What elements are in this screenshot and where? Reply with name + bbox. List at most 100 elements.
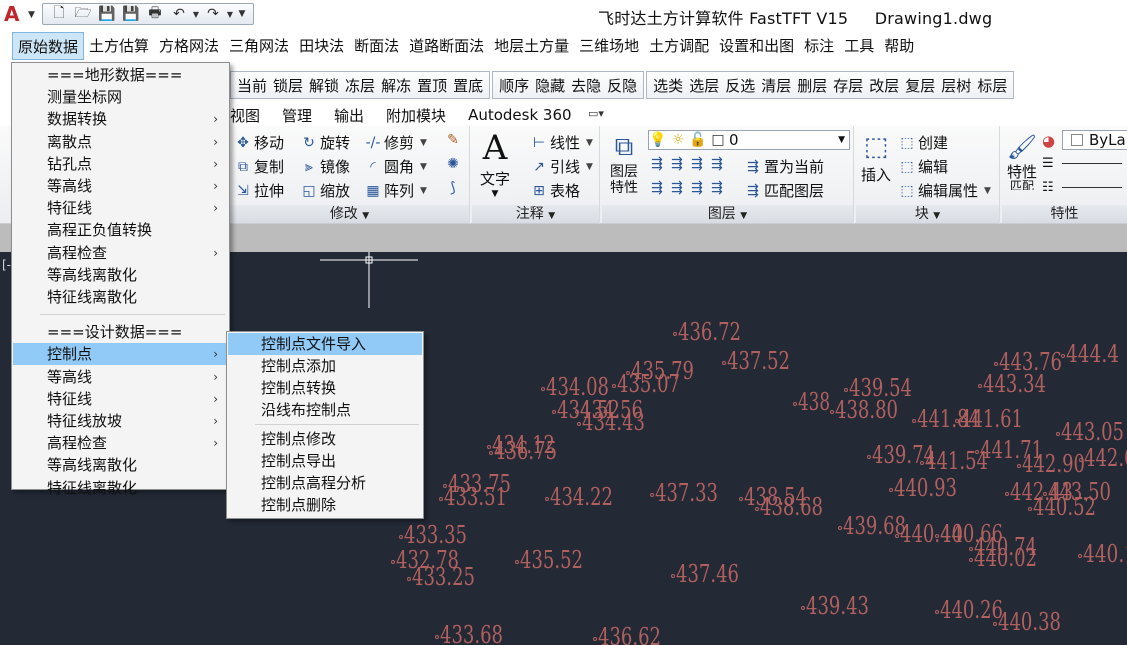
dropdown-item-terrain-3[interactable]: 钻孔点 ›: [13, 153, 228, 175]
submenu-item-5[interactable]: 控制点导出: [228, 450, 422, 472]
layer-tool-button[interactable]: 存层: [830, 75, 866, 96]
layer-tool-button[interactable]: 层树: [938, 75, 974, 96]
elevation-point-marker[interactable]: [1028, 507, 1032, 511]
ribbon-tab-2[interactable]: 输出: [334, 105, 364, 126]
dropdown-item-terrain-2[interactable]: 离散点 ›: [13, 131, 228, 153]
layer-tool-button[interactable]: 选层: [686, 75, 722, 96]
elevation-point-marker[interactable]: [739, 497, 743, 501]
save-as-icon[interactable]: 💾: [119, 5, 143, 23]
dropdown-item-design-1[interactable]: 等高线 ›: [13, 366, 228, 388]
leader-button[interactable]: ↗ 引线 ▼: [530, 156, 593, 177]
menu-item-0[interactable]: 原始数据: [12, 32, 85, 60]
ribbon-tab-4[interactable]: Autodesk 360: [468, 106, 571, 124]
elevation-label[interactable]: 433.68: [440, 621, 503, 645]
menu-item-10[interactable]: 设置和出图: [714, 32, 799, 60]
rotate-button[interactable]: ↻ 旋转: [300, 132, 350, 153]
menu-item-4[interactable]: 田块法: [294, 32, 349, 60]
elevation-point-marker[interactable]: [407, 577, 411, 581]
elevation-label[interactable]: 438.68: [760, 493, 823, 521]
elevation-label[interactable]: 441.61: [960, 405, 1023, 433]
submenu-item-1[interactable]: 控制点添加: [228, 355, 422, 377]
elevation-point-marker[interactable]: [545, 497, 549, 501]
elevation-point-marker[interactable]: [793, 402, 797, 406]
offset-button[interactable]: ⟆: [444, 180, 464, 196]
redo-icon[interactable]: ↷: [201, 5, 225, 23]
layer-tool-button[interactable]: 解冻: [378, 75, 414, 96]
layers-panel-title[interactable]: 图层 ▼: [602, 205, 853, 223]
elevation-label[interactable]: 438.80: [835, 396, 898, 424]
layer-properties-button[interactable]: ⧉ 图层 特性: [606, 130, 642, 196]
elevation-point-marker[interactable]: [671, 574, 675, 578]
layer-tool-button[interactable]: 选类: [650, 75, 686, 96]
layer-tool-button[interactable]: 去隐: [568, 75, 604, 96]
edit-block-button[interactable]: ⬚ 编辑: [898, 156, 948, 177]
menu-item-9[interactable]: 土方调配: [644, 32, 714, 60]
elevation-point-marker[interactable]: [612, 384, 616, 388]
layer-thaw-icon[interactable]: ⇶: [688, 180, 706, 196]
layer-unlock-icon[interactable]: ⇶: [708, 180, 726, 196]
layer-unisolate-icon[interactable]: ⇶: [668, 180, 686, 196]
elevation-point-marker[interactable]: [912, 419, 916, 423]
dropdown-item-design-5[interactable]: 等高线离散化: [13, 454, 228, 476]
elevation-point-marker[interactable]: [650, 493, 654, 497]
annotation-panel-title[interactable]: 注释 ▼: [472, 205, 599, 223]
elevation-label[interactable]: 435.07: [617, 370, 680, 398]
elevation-point-marker[interactable]: [1056, 432, 1060, 436]
customize-qat-icon[interactable]: ▼: [235, 5, 249, 23]
layer-tool-button[interactable]: 隐藏: [532, 75, 568, 96]
dropdown-item-design-4[interactable]: 高程检查 ›: [13, 432, 228, 454]
application-menu-button[interactable]: A ▼: [2, 2, 40, 26]
layer-tool-button[interactable]: 删层: [794, 75, 830, 96]
elevation-point-marker[interactable]: [969, 547, 973, 551]
elevation-point-marker[interactable]: [1005, 492, 1009, 496]
stretch-button[interactable]: ⇲ 拉伸: [234, 180, 284, 201]
dropdown-item-terrain-8[interactable]: 等高线离散化: [13, 264, 228, 286]
elevation-point-marker[interactable]: [593, 637, 597, 641]
open-folder-icon[interactable]: 🗁: [71, 5, 95, 23]
layer-dropdown[interactable]: 💡 ☼ 🔓 □ 0 ▼: [648, 130, 850, 150]
submenu-item-6[interactable]: 控制点高程分析: [228, 472, 422, 494]
layer-tool-button[interactable]: 反选: [722, 75, 758, 96]
menu-item-7[interactable]: 地层土方量: [489, 32, 574, 60]
dropdown-item-terrain-9[interactable]: 特征线离散化: [13, 286, 228, 308]
block-panel-title[interactable]: 块 ▼: [856, 205, 999, 223]
elevation-label[interactable]: 437.46: [676, 560, 739, 588]
submenu-item-2[interactable]: 控制点转换: [228, 377, 422, 399]
layer-tool-button[interactable]: 锁层: [270, 75, 306, 96]
layer-tool-button[interactable]: 反隐: [604, 75, 640, 96]
elevation-label[interactable]: 435.52: [520, 546, 583, 574]
elevation-label[interactable]: 434.43: [582, 408, 645, 436]
elevation-point-marker[interactable]: [673, 332, 677, 336]
elevation-label[interactable]: 443.34: [983, 370, 1046, 398]
menu-item-3[interactable]: 三角网法: [224, 32, 294, 60]
layer-tool-button[interactable]: 顺序: [496, 75, 532, 96]
layer-tool-button[interactable]: 冻层: [342, 75, 378, 96]
elevation-point-marker[interactable]: [439, 497, 443, 501]
layer-tool-button[interactable]: 复层: [902, 75, 938, 96]
elevation-label[interactable]: 434.22: [550, 483, 613, 511]
elevation-label[interactable]: 440.26: [940, 596, 1003, 624]
elevation-point-marker[interactable]: [435, 635, 439, 639]
elevation-point-marker[interactable]: [867, 455, 871, 459]
menu-item-8[interactable]: 三维场地: [574, 32, 644, 60]
elevation-label[interactable]: 436.72: [678, 318, 741, 346]
insert-block-button[interactable]: ⬚ 插入: [858, 130, 894, 185]
elevation-label[interactable]: 437.52: [727, 347, 790, 375]
layer-isolate-icon[interactable]: ⇶: [668, 156, 686, 172]
dropdown-item-terrain-4[interactable]: 等高线 ›: [13, 175, 228, 197]
layer-tool-button[interactable]: 当前: [234, 75, 270, 96]
layer-tool-button[interactable]: 置顶: [414, 75, 450, 96]
elevation-label[interactable]: 433.25: [412, 563, 475, 591]
match-layer-button[interactable]: ⇶ 匹配图层: [744, 180, 824, 201]
elevation-label[interactable]: 442.02: [1084, 444, 1127, 472]
lineweight-dropdown[interactable]: ☰: [1042, 156, 1127, 171]
dropdown-item-terrain-5[interactable]: 特征线 ›: [13, 197, 228, 219]
elevation-point-marker[interactable]: [399, 535, 403, 539]
erase-button[interactable]: ✎: [444, 132, 464, 148]
layer-freeze-icon[interactable]: ⇶: [688, 156, 706, 172]
elevation-point-marker[interactable]: [993, 622, 997, 626]
dropdown-item-design-0[interactable]: 控制点 ›: [13, 343, 228, 366]
color-wheel-icon[interactable]: ◕: [1042, 132, 1055, 150]
elevation-point-marker[interactable]: [978, 384, 982, 388]
fillet-button[interactable]: ◜ 圆角 ▼: [364, 156, 427, 177]
